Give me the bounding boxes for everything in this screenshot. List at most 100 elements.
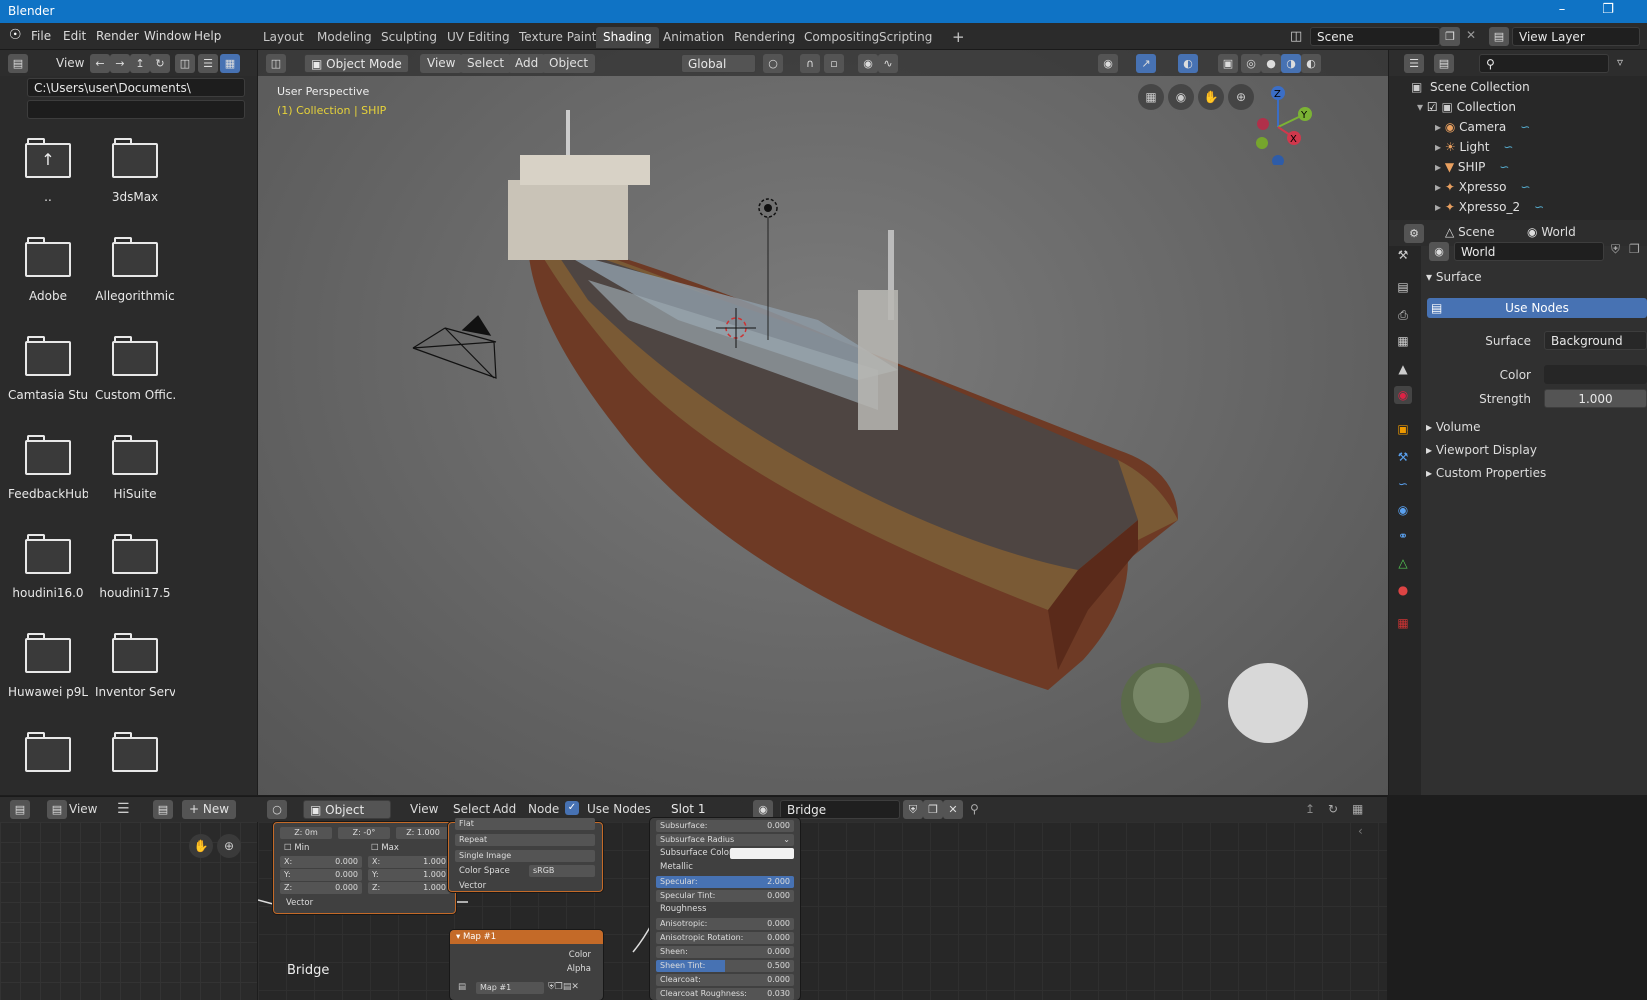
image-editor[interactable]: ✋ ⊕: [0, 822, 257, 1000]
bsdf-socket-label[interactable]: Roughness: [660, 904, 706, 914]
sidebar-toggle-icon[interactable]: ‹: [1358, 824, 1363, 838]
data-icon[interactable]: ∽: [1499, 160, 1509, 174]
snap-node-icon[interactable]: ↻: [1328, 802, 1338, 816]
principled-bsdf-node[interactable]: Subsurface: 0.000 Subsurface Radius ⌄ Subsur…: [650, 818, 800, 1000]
mapping-max-field[interactable]: X: 1.000: [368, 856, 450, 868]
file-item[interactable]: [95, 724, 175, 795]
fake-user-icon[interactable]: ⛨: [1611, 242, 1620, 257]
file-item[interactable]: Camtasia Stu..: [8, 328, 88, 418]
xray-icon[interactable]: ▣: [1218, 54, 1238, 73]
viewport-editor-type-icon[interactable]: ◫: [266, 54, 286, 73]
menu-render[interactable]: Render: [90, 27, 145, 46]
file-item[interactable]: Custom Offic..: [95, 328, 175, 418]
particles-icon[interactable]: ∽: [1394, 475, 1412, 493]
grid-view-icon[interactable]: ▦: [1138, 84, 1164, 110]
viewport-menu-add[interactable]: Add: [508, 54, 546, 73]
max-checkbox[interactable]: ☐ Max: [371, 843, 399, 853]
render-icon[interactable]: ▤: [1394, 278, 1412, 296]
filter-icon[interactable]: ▿: [1617, 55, 1623, 69]
world-tab[interactable]: ◉ World: [1527, 225, 1576, 239]
snap-target-icon[interactable]: ▫: [824, 54, 844, 73]
file-item[interactable]: houdini16.0: [8, 526, 88, 616]
file-item[interactable]: Huwawei p9L..: [8, 625, 88, 715]
tab-modeling[interactable]: Modeling: [310, 27, 379, 48]
scene-icon[interactable]: ◫: [1290, 29, 1302, 44]
alpha-output-socket[interactable]: Alpha: [567, 964, 591, 974]
image-browse-icon[interactable]: ▤: [153, 800, 173, 819]
color-output-socket[interactable]: Color: [569, 950, 591, 960]
proportional-edit-icon[interactable]: ◉: [858, 54, 878, 73]
world-props-icon[interactable]: ◉: [1394, 386, 1412, 404]
interpolation-select[interactable]: Flat: [455, 818, 595, 830]
image-texture-node[interactable]: Flat Repeat Single Image Color Space sRG…: [448, 818, 603, 892]
image-editor-type-icon[interactable]: ▤: [10, 800, 30, 819]
extension-select[interactable]: Repeat: [455, 834, 595, 846]
physics-icon[interactable]: ◉: [1394, 501, 1412, 519]
ship-model[interactable]: [508, 110, 1178, 690]
texture-icon[interactable]: ▦: [1394, 614, 1412, 632]
outliner-item-camera[interactable]: ▸ ◉ Camera ∽: [1435, 117, 1530, 137]
node-editor-type-icon[interactable]: ○: [267, 800, 287, 819]
file-item[interactable]: 3dsMax: [95, 130, 175, 220]
bsdf-field[interactable]: Anisotropic Rotation: 0.000: [656, 932, 794, 944]
surface-shader-select[interactable]: Background: [1544, 331, 1647, 350]
use-nodes-checkbox[interactable]: ✓: [565, 801, 579, 815]
tab-shading[interactable]: Shading: [596, 27, 659, 48]
data-icon[interactable]: ∽: [1503, 140, 1513, 154]
view-layer-field[interactable]: View Layer: [1512, 27, 1640, 46]
color-swatch[interactable]: [1544, 365, 1647, 384]
add-workspace-button[interactable]: +: [945, 27, 972, 48]
display-mode-icon[interactable]: ▤: [1434, 54, 1454, 73]
scene-name-field[interactable]: Scene: [1310, 27, 1440, 46]
tab-animation[interactable]: Animation: [656, 27, 731, 48]
material-shading-icon[interactable]: ◑: [1281, 54, 1301, 73]
node-menu-view[interactable]: View: [404, 800, 444, 819]
viewport-scene[interactable]: [258, 50, 1388, 795]
falloff-icon[interactable]: ∿: [878, 54, 898, 73]
mesh-data-icon[interactable]: △: [1394, 554, 1412, 572]
new-folder-icon[interactable]: ◫: [175, 54, 195, 73]
data-icon[interactable]: ∽: [1521, 180, 1531, 194]
material-unlink-icon[interactable]: ✕: [943, 800, 963, 819]
map-1-node[interactable]: ▾ Map #1 Color Alpha ▤ Map #1 ⛨❐▤✕: [450, 930, 603, 1000]
expand-icon[interactable]: ▸: [1435, 180, 1441, 194]
mapping-min-field[interactable]: Y: 0.000: [280, 869, 362, 881]
filename-field[interactable]: [27, 100, 245, 119]
menu-file[interactable]: File: [25, 27, 57, 46]
section-viewport-display[interactable]: ▸ Viewport Display: [1426, 443, 1537, 457]
collection-row[interactable]: ▾ ☑ ▣ Collection: [1417, 97, 1516, 117]
world-browse-icon[interactable]: ◉: [1429, 242, 1449, 261]
3d-viewport[interactable]: ◫ ▣ Object Mode View Select Add Object Glob…: [258, 50, 1388, 795]
minimize-button[interactable]: –: [1548, 2, 1576, 20]
parent-node-icon[interactable]: ↥: [1305, 802, 1315, 816]
material-name-field[interactable]: Bridge: [780, 800, 900, 819]
bsdf-field[interactable]: Sheen Tint: 0.500: [656, 960, 794, 972]
tab-texture-paint[interactable]: Texture Paint: [512, 27, 603, 48]
section-volume[interactable]: ▸ Volume: [1426, 420, 1480, 434]
min-checkbox[interactable]: ☐ Min: [284, 843, 309, 853]
outliner-editor-type-icon[interactable]: ☰: [1404, 54, 1424, 73]
image-zoom-icon[interactable]: ⊕: [217, 834, 241, 858]
tool-icon[interactable]: ⚒: [1394, 246, 1412, 264]
expand-icon[interactable]: ▸: [1435, 140, 1441, 154]
camera-object[interactable]: [412, 315, 497, 379]
scene-props-icon[interactable]: ▲: [1394, 360, 1412, 378]
hamburger-menu-icon[interactable]: ☰: [117, 801, 130, 817]
thumbnail-view-icon[interactable]: ▦: [220, 54, 240, 73]
material-icon[interactable]: ●: [1394, 581, 1412, 599]
mapping-max-field[interactable]: Y: 1.000: [368, 869, 450, 881]
properties-editor-type-icon[interactable]: ⚙: [1404, 224, 1424, 243]
file-item[interactable]: [8, 724, 88, 795]
bsdf-field[interactable]: Subsurface Radius ⌄: [656, 834, 794, 846]
file-item[interactable]: Adobe: [8, 229, 88, 319]
expand-icon[interactable]: ▸: [1435, 120, 1441, 134]
outliner-item-ship[interactable]: ▸ ▼ SHIP ∽: [1435, 157, 1509, 177]
use-nodes-button[interactable]: ▤ Use Nodes: [1427, 298, 1647, 318]
strength-field[interactable]: 1.000: [1544, 389, 1647, 408]
bsdf-field[interactable]: Sheen: 0.000: [656, 946, 794, 958]
image-pan-icon[interactable]: ✋: [189, 834, 213, 858]
image-vector-socket[interactable]: Vector: [459, 881, 486, 891]
map-image-field[interactable]: Map #1: [476, 982, 544, 994]
object-mode-select[interactable]: ▣ Object Mode: [304, 54, 409, 73]
back-icon[interactable]: ←: [90, 54, 110, 73]
